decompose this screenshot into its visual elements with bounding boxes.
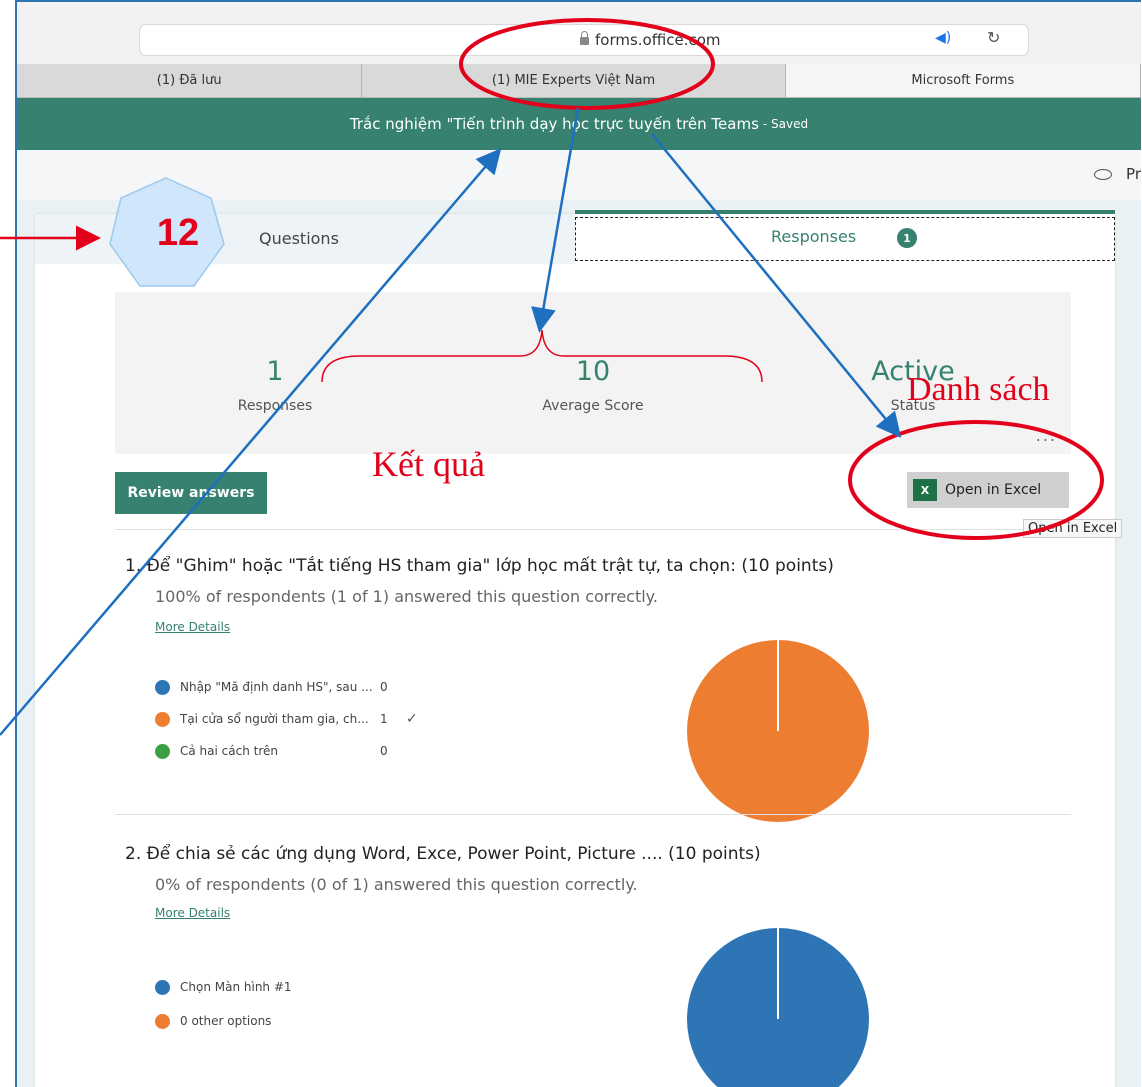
excel-icon: X	[913, 479, 937, 501]
summary-panel: 1 Responses 10 Average Score Active Stat…	[115, 292, 1071, 454]
status-label: Status	[890, 398, 936, 414]
legend-dot	[155, 1013, 170, 1029]
question-1-more-details[interactable]: More Details	[155, 620, 230, 634]
tab-questions[interactable]: Questions	[35, 214, 575, 264]
legend-item: Tại cửa sổ người tham gia, ch... 1 ✓	[155, 710, 418, 728]
url-text: forms.office.com	[595, 31, 721, 49]
question-1-stat: 100% of respondents (1 of 1) answered th…	[155, 587, 658, 606]
legend-dot	[155, 711, 170, 727]
forms-card: Questions Responses 1 1 Responses 10 Ave…	[35, 210, 1115, 1087]
legend-item: Chọn Màn hình #1	[155, 978, 380, 996]
question-1-title: 1. Để "Ghim" hoặc "Tắt tiếng HS tham gia…	[125, 556, 834, 576]
excel-tooltip: Open in Excel	[1023, 519, 1123, 538]
legend-dot	[155, 743, 170, 759]
tab-responses[interactable]: Responses 1	[575, 210, 1115, 264]
browser-window: forms.office.com ◀) ↻ (1) Đã lưu (1) MIE…	[15, 0, 1141, 1087]
question-1-pie-chart	[687, 640, 869, 822]
eye-icon	[1094, 169, 1113, 180]
legend-dot	[155, 979, 170, 995]
legend-item: Nhập "Mã định danh HS", sau ... 0	[155, 678, 406, 696]
form-header: Trắc nghiệm "Tiến trình dạy học trực tuy…	[17, 98, 1141, 150]
preview-button[interactable]: Pr	[1094, 165, 1141, 183]
browser-tab-1[interactable]: (1) Đã lưu	[17, 64, 363, 97]
open-in-excel-button[interactable]: X Open in Excel	[907, 472, 1069, 508]
responses-count-badge: 1	[897, 228, 917, 248]
legend-item: 0 other options	[155, 1012, 380, 1030]
review-answers-button[interactable]: Review answers	[115, 472, 267, 514]
correct-check-icon: ✓	[406, 711, 418, 727]
speaker-icon[interactable]: ◀)	[935, 30, 951, 46]
browser-tabs: (1) Đã lưu (1) MIE Experts Việt Nam Micr…	[17, 64, 1141, 98]
legend-dot	[155, 679, 170, 695]
browser-tab-3[interactable]: Microsoft Forms	[785, 64, 1141, 97]
form-title: Trắc nghiệm "Tiến trình dạy học trực tuy…	[349, 115, 759, 133]
question-2-more-details[interactable]: More Details	[155, 906, 230, 920]
question-2-pie-chart	[687, 928, 869, 1087]
average-score-value: 10	[575, 356, 611, 387]
divider	[115, 529, 1071, 530]
status-value: Active	[871, 356, 955, 387]
address-bar[interactable]: forms.office.com ◀) ↻	[139, 24, 1029, 56]
responses-value: 1	[266, 356, 284, 387]
responses-label: Responses	[237, 398, 313, 414]
saved-indicator: - Saved	[762, 117, 809, 131]
reload-icon[interactable]: ↻	[987, 28, 1000, 47]
question-2-title: 2. Để chia sẻ các ứng dụng Word, Exce, P…	[125, 844, 761, 864]
average-score-label: Average Score	[542, 398, 644, 414]
forms-toolbar: Pr	[17, 150, 1141, 200]
lock-icon	[580, 31, 589, 45]
more-options-button[interactable]: ...	[1036, 426, 1057, 445]
legend-item: Cả hai cách trên 0	[155, 742, 406, 760]
question-2-stat: 0% of respondents (0 of 1) answered this…	[155, 875, 638, 894]
browser-tab-2[interactable]: (1) MIE Experts Việt Nam	[362, 64, 786, 97]
divider	[115, 814, 1071, 815]
address-bar-area: forms.office.com ◀) ↻	[17, 2, 1141, 64]
